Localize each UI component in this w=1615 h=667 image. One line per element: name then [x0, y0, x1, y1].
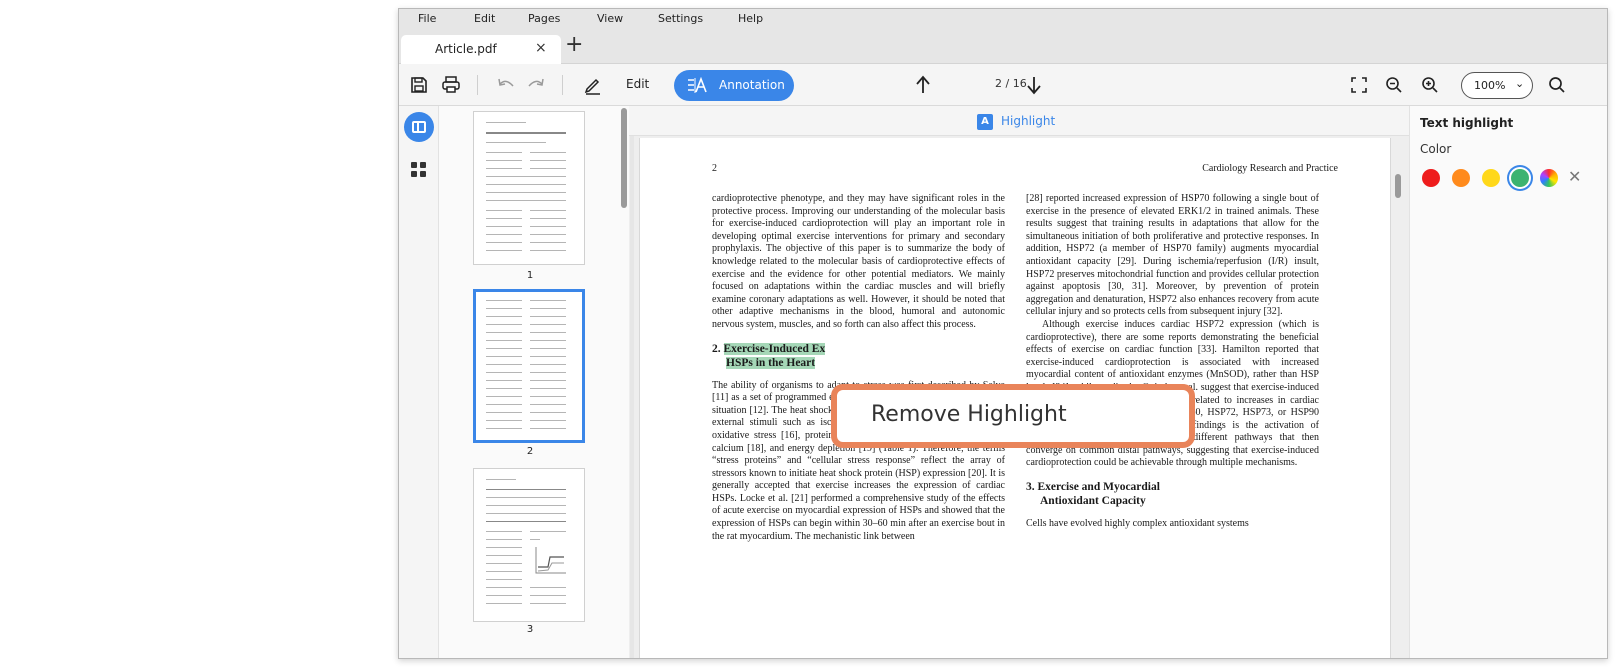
zoom-value: 100%: [1474, 79, 1506, 92]
thumbnail-label: 2: [526, 446, 534, 457]
thumbnail-label: 3: [526, 624, 534, 635]
redo-icon[interactable]: [525, 74, 547, 96]
annotation-label: Annotation: [719, 78, 785, 92]
page-thumbnail-3[interactable]: [473, 468, 585, 622]
search-icon[interactable]: [1546, 74, 1568, 96]
undo-icon[interactable]: [495, 74, 517, 96]
toolbar-separator: [477, 75, 478, 95]
menu-view[interactable]: View: [597, 12, 623, 25]
toolbar-separator: [562, 75, 563, 95]
thumbnail-panel: 1 2 3: [439, 106, 629, 658]
highlight-toolbar: A Highlight: [629, 106, 1409, 136]
section-heading-3: 3. Exercise and Myocardial Antioxidant C…: [1026, 480, 1319, 508]
remove-highlight-button[interactable]: Remove Highlight: [831, 384, 1195, 448]
left-column: cardioprotective phenotype, and they may…: [712, 193, 1005, 543]
edit-button[interactable]: Edit: [626, 77, 649, 91]
zoom-select[interactable]: 100% ⌄: [1461, 72, 1533, 99]
thumbnail-label: 1: [526, 270, 534, 281]
menu-edit[interactable]: Edit: [474, 12, 495, 25]
color-swatch-red[interactable]: [1422, 169, 1440, 187]
tab-bar: Article.pdf × +: [399, 30, 1607, 64]
menu-bar: File Edit Pages View Settings Help: [399, 9, 1607, 30]
paragraph: Cells have evolved highly complex antiox…: [1026, 518, 1249, 530]
left-rail: [399, 106, 439, 658]
grid-view-icon[interactable]: [411, 162, 427, 178]
annotation-icon: [687, 76, 709, 98]
print-icon[interactable]: [440, 74, 462, 96]
section-title: Antioxidant Capacity: [1040, 495, 1146, 508]
right-column: [28] reported increased expression of HS…: [1026, 193, 1319, 531]
page-thumbnail-2[interactable]: [473, 289, 585, 443]
clear-color-icon[interactable]: ✕: [1568, 167, 1581, 186]
paragraph: [28] reported increased expression of HS…: [1026, 193, 1319, 318]
section-title: Exercise and Myocardial: [1037, 481, 1160, 494]
page-thumbnail-1[interactable]: [473, 111, 585, 265]
color-swatch-yellow[interactable]: [1482, 169, 1500, 187]
arrow-up-icon[interactable]: [912, 74, 934, 96]
color-swatch-orange[interactable]: [1452, 169, 1470, 187]
close-icon[interactable]: ×: [535, 40, 547, 56]
fullscreen-icon[interactable]: [1348, 74, 1370, 96]
color-label: Color: [1420, 142, 1452, 156]
panel-title: Text highlight: [1420, 116, 1514, 130]
remove-highlight-label: Remove Highlight: [871, 402, 1067, 427]
thumbnail-scrollbar[interactable]: [621, 108, 627, 208]
section-number: 2.: [712, 342, 721, 355]
color-swatch-green[interactable]: [1511, 169, 1529, 187]
zoom-out-icon[interactable]: [1383, 74, 1405, 96]
page-indicator: 2 / 16: [995, 77, 1027, 90]
highlight-tool-button[interactable]: Highlight: [1001, 114, 1055, 128]
app-window: File Edit Pages View Settings Help Artic…: [398, 8, 1608, 659]
text-highlight-panel: Text highlight Color ✕: [1409, 106, 1607, 658]
chevron-down-icon: ⌄: [1515, 77, 1525, 90]
menu-help[interactable]: Help: [738, 12, 763, 25]
section-heading-2: 2. Exercise-Induced Ex HSPs in the Heart: [712, 342, 1005, 370]
tab-title: Article.pdf: [435, 42, 497, 56]
menu-pages[interactable]: Pages: [528, 12, 560, 25]
toolbar: Edit Annotation 2 / 16 100% ⌄: [399, 64, 1607, 106]
paragraph: cardioprotective phenotype, and they may…: [712, 193, 1005, 330]
page-number: 2: [712, 163, 717, 174]
chart-thumbnail-icon: [535, 547, 566, 574]
running-head: Cardiology Research and Practice: [1202, 163, 1338, 174]
tab-article[interactable]: Article.pdf ×: [401, 35, 561, 64]
document-scrollbar[interactable]: [1395, 174, 1401, 198]
add-tab-icon[interactable]: +: [565, 34, 583, 56]
highlight-icon[interactable]: A: [977, 114, 993, 130]
sidebar-panel-icon[interactable]: [404, 112, 434, 142]
highlighted-text[interactable]: Exercise-Induced Ex: [723, 342, 826, 355]
pen-icon[interactable]: [582, 74, 604, 96]
zoom-in-icon[interactable]: [1419, 74, 1441, 96]
document-area: A Highlight 2 Cardiology Research and Pr…: [629, 106, 1409, 658]
arrow-down-icon[interactable]: [1023, 74, 1045, 96]
menu-file[interactable]: File: [418, 12, 436, 25]
section-number: 3.: [1026, 481, 1035, 494]
save-icon[interactable]: [408, 74, 430, 96]
menu-settings[interactable]: Settings: [658, 12, 703, 25]
highlighted-text[interactable]: HSPs in the Heart: [726, 356, 816, 369]
divider: [630, 106, 634, 658]
color-picker-icon[interactable]: [1540, 169, 1558, 187]
annotation-button[interactable]: Annotation: [674, 70, 794, 101]
